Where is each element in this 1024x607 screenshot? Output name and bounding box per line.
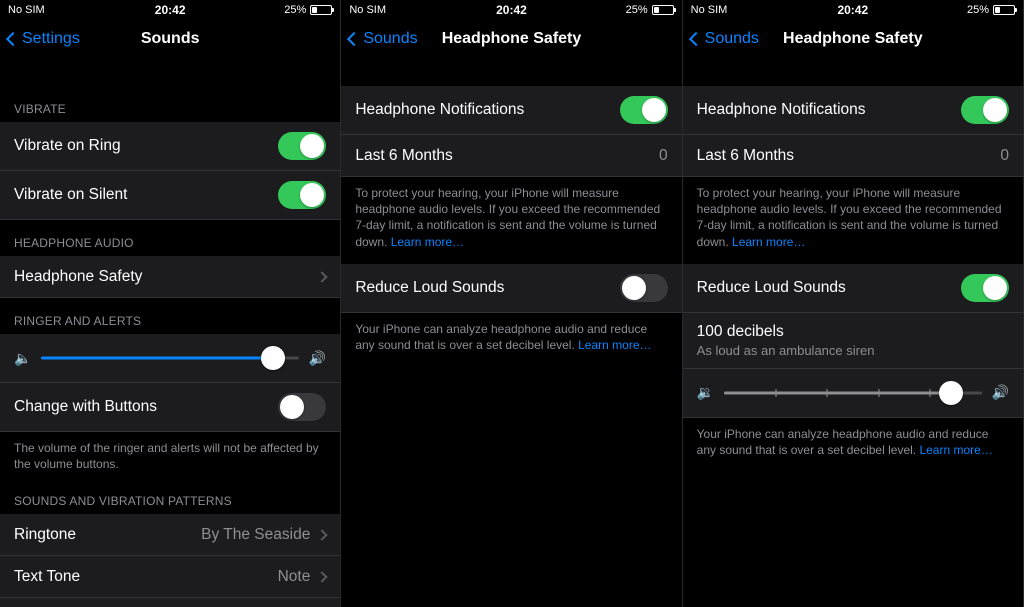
volume-high-icon: 🔊	[992, 384, 1009, 401]
page-title: Headphone Safety	[783, 30, 923, 48]
screen-headphone-safety-off: No SIM 20:42 25% Sounds Headphone Safety…	[341, 0, 682, 607]
cell-ringtone[interactable]: Ringtone By The Seaside	[0, 514, 340, 556]
status-time: 20:42	[155, 3, 186, 17]
footer-hearing: To protect your hearing, your iPhone wil…	[341, 177, 681, 264]
ringer-volume-slider[interactable]	[41, 346, 298, 370]
link-learn-more-reduce[interactable]: Learn more…	[578, 338, 651, 352]
status-battery-pct: 25%	[967, 4, 989, 16]
page-title: Sounds	[141, 30, 200, 48]
page-title: Headphone Safety	[442, 30, 582, 48]
back-button[interactable]: Sounds	[691, 30, 759, 48]
cell-reduce-loud-sounds[interactable]: Reduce Loud Sounds	[683, 264, 1023, 313]
toggle-vibrate-on-silent[interactable]	[278, 181, 326, 209]
label-change-with-buttons: Change with Buttons	[14, 398, 157, 416]
sublabel-decibels: As loud as an ambulance siren	[697, 343, 875, 358]
label-vibrate-on-ring: Vibrate on Ring	[14, 137, 121, 155]
label-last-6-months: Last 6 Months	[355, 147, 452, 165]
cell-decibel-level: 100 decibels As loud as an ambulance sir…	[683, 313, 1023, 369]
nav-bar: Settings Sounds	[0, 20, 340, 58]
link-learn-more-hearing[interactable]: Learn more…	[391, 235, 464, 249]
decibel-slider[interactable]	[724, 381, 981, 405]
chevron-right-icon	[317, 271, 328, 282]
cell-text-tone[interactable]: Text Tone Note	[0, 556, 340, 598]
volume-high-icon: 🔊	[309, 350, 326, 367]
section-header-vibrate: VIBRATE	[0, 86, 340, 122]
battery-icon	[652, 5, 674, 15]
status-carrier: No SIM	[349, 4, 386, 16]
back-label: Sounds	[705, 30, 759, 48]
label-reduce-loud-sounds: Reduce Loud Sounds	[697, 279, 846, 297]
label-last-6-months: Last 6 Months	[697, 147, 794, 165]
status-time: 20:42	[496, 3, 527, 17]
toggle-reduce-loud-sounds[interactable]	[961, 274, 1009, 302]
section-header-patterns: SOUNDS AND VIBRATION PATTERNS	[0, 486, 340, 514]
chevron-left-icon	[347, 32, 361, 46]
toggle-vibrate-on-ring[interactable]	[278, 132, 326, 160]
nav-bar: Sounds Headphone Safety	[683, 20, 1023, 58]
chevron-left-icon	[689, 32, 703, 46]
chevron-left-icon	[6, 32, 20, 46]
status-carrier: No SIM	[691, 4, 728, 16]
back-button[interactable]: Settings	[8, 30, 80, 48]
footer-hearing: To protect your hearing, your iPhone wil…	[683, 177, 1023, 264]
cell-vibrate-on-ring[interactable]: Vibrate on Ring	[0, 122, 340, 171]
status-bar: No SIM 20:42 25%	[0, 0, 340, 20]
screen-headphone-safety-on: No SIM 20:42 25% Sounds Headphone Safety…	[683, 0, 1024, 607]
toggle-headphone-notifications[interactable]	[961, 96, 1009, 124]
link-learn-more-reduce[interactable]: Learn more…	[919, 443, 992, 457]
chevron-right-icon	[317, 571, 328, 582]
footer-ringer: The volume of the ringer and alerts will…	[0, 432, 340, 486]
footer-reduce: Your iPhone can analyze headphone audio …	[683, 418, 1023, 472]
volume-low-icon: 🔉	[697, 384, 714, 401]
label-headphone-safety: Headphone Safety	[14, 268, 142, 286]
value-last-6-months: 0	[659, 147, 668, 165]
section-header-headphone-audio: HEADPHONE AUDIO	[0, 220, 340, 256]
nav-bar: Sounds Headphone Safety	[341, 20, 681, 58]
footer-reduce: Your iPhone can analyze headphone audio …	[341, 313, 681, 367]
section-header-ringer: RINGER AND ALERTS	[0, 298, 340, 334]
label-ringtone: Ringtone	[14, 526, 76, 544]
value-ringtone: By The Seaside	[201, 526, 310, 544]
label-reduce-loud-sounds: Reduce Loud Sounds	[355, 279, 504, 297]
status-time: 20:42	[837, 3, 868, 17]
cell-last-6-months[interactable]: Last 6 Months 0	[341, 135, 681, 177]
back-label: Settings	[22, 30, 80, 48]
cell-headphone-safety[interactable]: Headphone Safety	[0, 256, 340, 298]
label-headphone-notifications: Headphone Notifications	[697, 101, 866, 119]
cell-decibel-slider[interactable]: 🔉 🔊	[683, 369, 1023, 418]
cell-reduce-loud-sounds[interactable]: Reduce Loud Sounds	[341, 264, 681, 313]
label-text-tone: Text Tone	[14, 568, 80, 586]
label-headphone-notifications: Headphone Notifications	[355, 101, 524, 119]
cell-headphone-notifications[interactable]: Headphone Notifications	[341, 86, 681, 135]
cell-new-voicemail[interactable]: New Voicemail Tri-tone	[0, 598, 340, 607]
screen-sounds: No SIM 20:42 25% Settings Sounds VIBRATE…	[0, 0, 341, 607]
battery-icon	[993, 5, 1015, 15]
cell-ringer-slider[interactable]: 🔈 🔊	[0, 334, 340, 383]
toggle-headphone-notifications[interactable]	[620, 96, 668, 124]
toggle-change-with-buttons[interactable]	[278, 393, 326, 421]
cell-change-with-buttons[interactable]: Change with Buttons	[0, 383, 340, 432]
volume-low-icon: 🔈	[14, 350, 31, 367]
status-carrier: No SIM	[8, 4, 45, 16]
back-label: Sounds	[363, 30, 417, 48]
value-last-6-months: 0	[1000, 147, 1009, 165]
battery-icon	[310, 5, 332, 15]
cell-vibrate-on-silent[interactable]: Vibrate on Silent	[0, 171, 340, 220]
status-bar: No SIM 20:42 25%	[341, 0, 681, 20]
status-bar: No SIM 20:42 25%	[683, 0, 1023, 20]
back-button[interactable]: Sounds	[349, 30, 417, 48]
label-decibels: 100 decibels	[697, 323, 784, 341]
status-battery-pct: 25%	[626, 4, 648, 16]
link-learn-more-hearing[interactable]: Learn more…	[732, 235, 805, 249]
chevron-right-icon	[317, 529, 328, 540]
cell-headphone-notifications[interactable]: Headphone Notifications	[683, 86, 1023, 135]
status-battery-pct: 25%	[284, 4, 306, 16]
value-text-tone: Note	[278, 568, 311, 586]
toggle-reduce-loud-sounds[interactable]	[620, 274, 668, 302]
label-vibrate-on-silent: Vibrate on Silent	[14, 186, 127, 204]
cell-last-6-months[interactable]: Last 6 Months 0	[683, 135, 1023, 177]
